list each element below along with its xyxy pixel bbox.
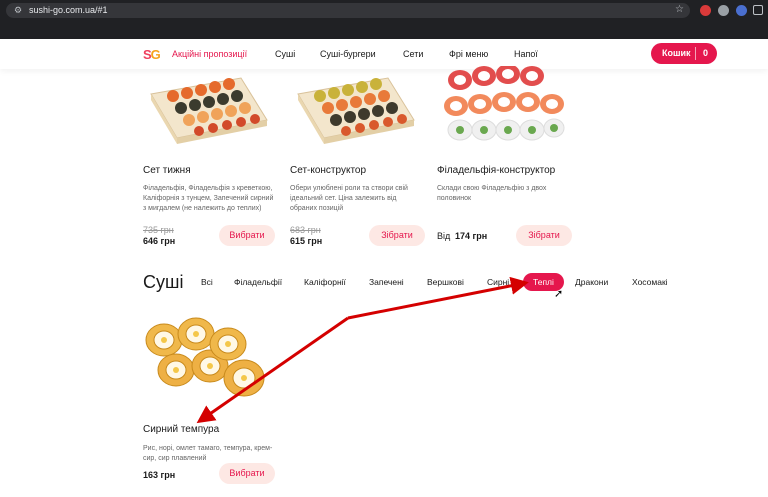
nav-item-sushi-burgers[interactable]: Суші-бургери (320, 49, 376, 59)
price-from-label: Від (437, 231, 451, 241)
site-settings-icon[interactable]: ⚙ (14, 6, 23, 15)
category-tab-all[interactable]: Всі (201, 277, 213, 287)
product-description: Склади свою Філадельфію з двох половинок (437, 185, 547, 202)
address-bar[interactable]: ⚙ sushi-go.com.ua/#1 ☆ (6, 3, 690, 18)
product-title[interactable]: Сет тижня (143, 165, 191, 176)
category-tab-dragons[interactable]: Дракони (575, 277, 608, 287)
product-description: Обери улюблені роли та створи свій ідеал… (290, 185, 408, 212)
product-title[interactable]: Сет-конструктор (290, 165, 366, 176)
product-price: 615 грн (290, 236, 323, 246)
bookmark-star-icon[interactable]: ☆ (675, 4, 684, 15)
cart-divider (695, 47, 696, 60)
choose-button[interactable]: Вибрати (219, 225, 275, 246)
cart-count: 0 (703, 48, 709, 58)
extension-icon[interactable] (736, 5, 747, 16)
product-image[interactable] (290, 68, 418, 148)
old-price: 683 грн (290, 225, 321, 235)
cart-label: Кошик (662, 48, 691, 58)
build-button[interactable]: Зібрати (516, 225, 572, 246)
product-description: Рис, норі, омлет тамаго, темпура, крем-с… (143, 445, 273, 462)
mouse-cursor-icon: ➚ (554, 288, 564, 300)
category-tab-baked[interactable]: Запечені (369, 277, 404, 287)
category-tab-cheese[interactable]: Сирні (487, 277, 509, 287)
nav-item-fry-menu[interactable]: Фрі меню (449, 49, 488, 59)
category-tab-philadelphia[interactable]: Філадельфії (234, 277, 282, 287)
extension-icon[interactable] (718, 5, 729, 16)
nav-item-drinks[interactable]: Напої (514, 49, 538, 59)
product-image[interactable] (442, 66, 566, 148)
site-header: SG Акційні пропозиції Суші Суші-бургери … (0, 39, 768, 69)
nav-item-promotions[interactable]: Акційні пропозиції (172, 49, 247, 59)
choose-button[interactable]: Вибрати (219, 463, 275, 484)
product-image[interactable] (140, 312, 272, 404)
section-title: Суші (143, 272, 184, 292)
nav-item-sets[interactable]: Сети (403, 49, 423, 59)
url-text[interactable]: sushi-go.com.ua/#1 (29, 5, 108, 16)
extensions-puzzle-icon[interactable] (753, 5, 763, 15)
product-title[interactable]: Філадельфія-конструктор (437, 165, 555, 176)
category-tab-creamy[interactable]: Вершкові (427, 277, 464, 287)
old-price: 735 грн (143, 225, 174, 235)
product-image[interactable] (143, 68, 271, 148)
nav-item-sushi[interactable]: Суші (275, 49, 295, 59)
product-description: Філадельфія, Філадельфія з креветкою, Ка… (143, 185, 274, 212)
category-tab-hosomaki[interactable]: Хосомакі (632, 277, 668, 287)
product-price: 174 грн (455, 231, 488, 241)
build-button[interactable]: Зібрати (369, 225, 425, 246)
extension-icon[interactable] (700, 5, 711, 16)
cart-button[interactable]: Кошик 0 (651, 43, 717, 64)
arrow-to-warm-tab (347, 276, 529, 320)
product-price: 646 грн (143, 236, 176, 246)
product-title[interactable]: Сирний темпура (143, 424, 219, 435)
product-price: 163 грн (143, 470, 176, 480)
site-logo[interactable]: SG (143, 47, 161, 62)
category-tab-california[interactable]: Каліфорнії (304, 277, 346, 287)
browser-toolbar: ⚙ sushi-go.com.ua/#1 ☆ (0, 0, 768, 39)
